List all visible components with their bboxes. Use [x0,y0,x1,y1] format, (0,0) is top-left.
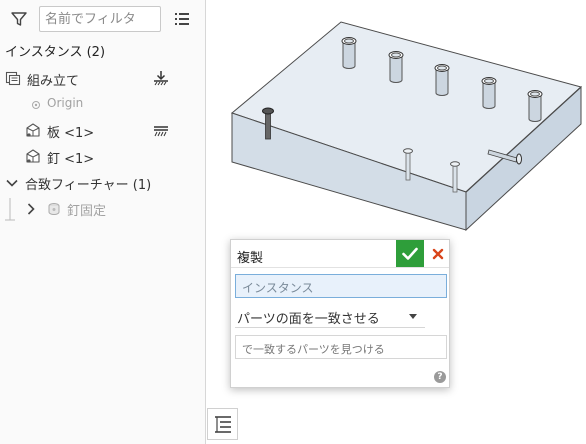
instances-header: インスタンス (2) [5,45,106,60]
tree-toggle-icon [215,416,231,433]
hole-5 [527,90,543,122]
check-icon [402,247,418,260]
origin-icon [32,101,40,109]
fix-ground-icon [154,126,168,137]
dialog-divider [231,267,449,268]
help-icon[interactable]: ? [434,371,446,383]
tree-item-plate[interactable]: 板 <1> [0,120,206,142]
tree-toggle-button[interactable] [207,408,238,440]
mate-type-select[interactable]: パーツの面を一致させる [235,306,425,328]
tree-item-origin[interactable]: Origin [0,94,206,116]
assembly-icon [5,71,21,86]
tree-item-label: 組み立て [27,74,80,89]
chevron-right-icon[interactable] [23,201,39,217]
tree-item-label: 板 <1> [47,126,95,141]
tree-item-assembly[interactable]: 組み立て [0,68,206,90]
tree-item-label: 釘 <1> [47,152,95,167]
part-icon [26,123,40,137]
tree-item-nail[interactable]: 釘 <1> [0,146,206,168]
tree-item-label: 釘固定 [67,204,107,219]
filter-icon[interactable] [10,10,28,28]
find-matching-parts-field[interactable]: で一致するパーツを見つける [235,335,447,359]
replicate-dialog: 複製 インスタンス パーツの面を一致させる で一致するパーツを見つける ? [230,239,450,388]
dialog-title: 複製 [237,251,264,266]
tree-item-label: Origin [47,96,84,110]
tree-item-nail-fix[interactable]: 釘固定 [0,198,206,221]
tree-guide-line [5,198,15,221]
filter-by-name-input[interactable] [39,6,161,32]
instance-selection-field[interactable]: インスタンス [235,274,447,298]
chevron-down-icon[interactable] [4,175,20,191]
instance-list-panel: インスタンス (2) 組み立て Origin 板 <1> [0,0,206,444]
chevron-down-icon[interactable] [409,314,417,319]
hole-4 [481,77,497,109]
close-icon [432,248,444,259]
accept-button[interactable] [396,240,424,267]
tree-item-label: 合致フィーチャー (1) [25,178,152,193]
tree-item-mate-features[interactable]: 合致フィーチャー (1) [0,172,206,194]
part-icon [26,149,40,163]
cancel-button[interactable] [426,240,450,267]
fix-ground-icon [154,71,168,86]
hole-1 [341,37,357,69]
list-view-icon[interactable] [174,11,190,27]
hole-2 [388,51,404,83]
mate-fastened-icon [48,203,60,215]
hole-3 [434,64,450,96]
